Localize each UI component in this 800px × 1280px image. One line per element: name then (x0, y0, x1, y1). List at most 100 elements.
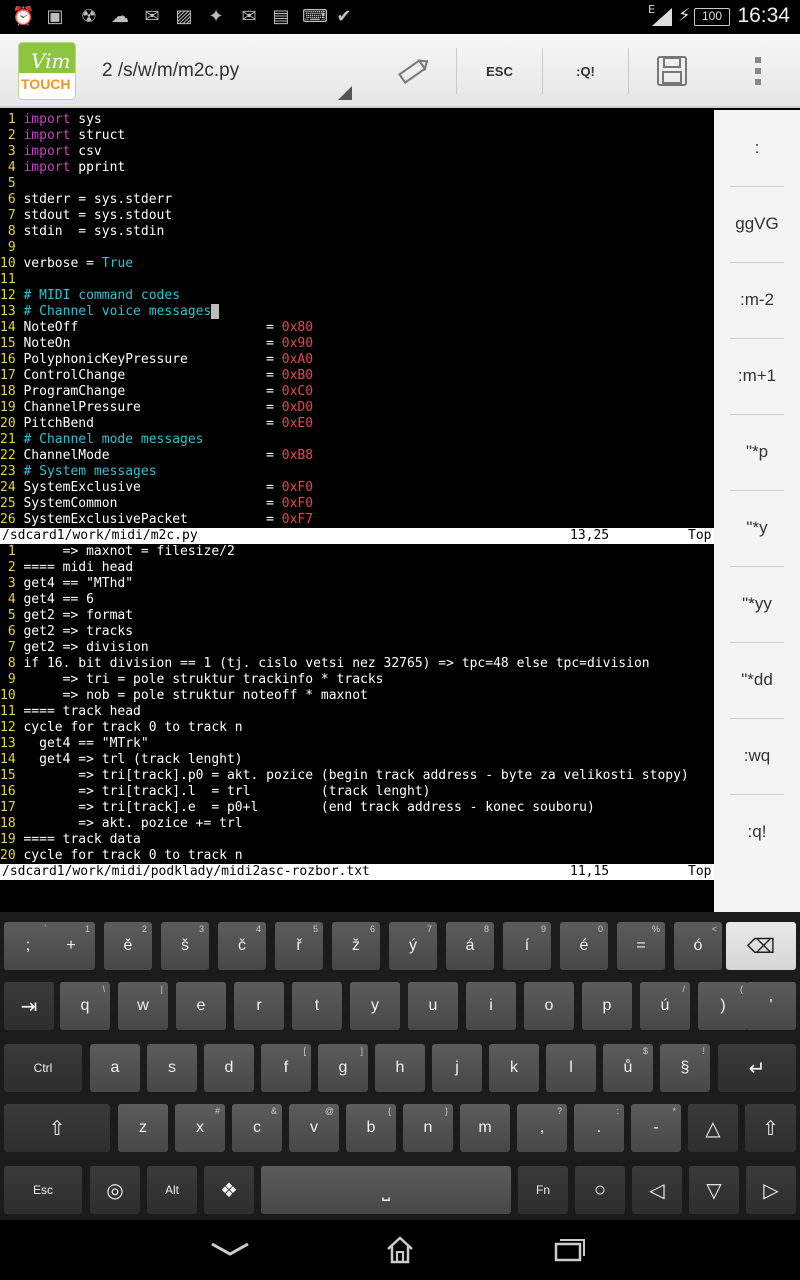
key-t[interactable]: t (292, 982, 342, 1030)
code-line[interactable]: 15 NoteOn = 0x90 (0, 336, 313, 352)
code-line[interactable]: 10 verbose = True (0, 256, 133, 272)
diamond-key[interactable]: ❖ (204, 1166, 254, 1214)
key-=[interactable]: =% (617, 922, 665, 970)
key-p[interactable]: p (582, 982, 632, 1030)
code-line[interactable]: 4 import pprint (0, 160, 125, 176)
key-č[interactable]: č4 (218, 922, 266, 970)
key-r[interactable]: r (234, 982, 284, 1030)
up-arrow-key[interactable]: △ (688, 1104, 738, 1152)
overflow-menu-button[interactable] (715, 34, 800, 108)
key-h[interactable]: h (375, 1044, 425, 1092)
code-line[interactable]: 13 # Channel voice messages (0, 304, 220, 320)
tab-key[interactable]: ⇥ (4, 982, 54, 1030)
key-y[interactable]: y (350, 982, 400, 1030)
key-b[interactable]: b{ (346, 1104, 396, 1152)
side-command-button[interactable]: :m+1 (714, 338, 800, 414)
key-ž[interactable]: ž6 (332, 922, 380, 970)
side-command-button[interactable]: :q! (714, 794, 800, 870)
code-line[interactable]: 16 => tri[track].l = trl (track lenght) (0, 784, 430, 800)
side-command-button[interactable]: :wq (714, 718, 800, 794)
key-l[interactable]: l (546, 1044, 596, 1092)
key-g[interactable]: g] (318, 1044, 368, 1092)
code-line[interactable]: 3 import csv (0, 144, 102, 160)
key-z[interactable]: z (118, 1104, 168, 1152)
key-s[interactable]: s (147, 1044, 197, 1092)
code-line[interactable]: 16 PolyphonicKeyPressure = 0xA0 (0, 352, 313, 368)
app-logo[interactable]: Vim TOUCH (18, 42, 76, 100)
code-line[interactable]: 11 (0, 272, 23, 288)
code-line[interactable]: 15 => tri[track].p0 = akt. pozice (begin… (0, 768, 689, 784)
key-f[interactable]: f[ (261, 1044, 311, 1092)
key-'[interactable]: ' (746, 982, 796, 1030)
code-line[interactable]: 19 ==== track data (0, 832, 141, 848)
key-ů[interactable]: ů $ (603, 1044, 653, 1092)
code-line[interactable]: 25 SystemCommon = 0xF0 (0, 496, 313, 512)
esc-button[interactable]: ESC (457, 34, 542, 108)
code-line[interactable]: 26 SystemExclusivePacket = 0xF7 (0, 512, 313, 528)
dropdown-arrow-icon[interactable] (338, 86, 352, 100)
key-ě[interactable]: ě2 (104, 922, 152, 970)
code-line[interactable]: 20 PitchBend = 0xE0 (0, 416, 313, 432)
key-q[interactable]: q \ (60, 982, 110, 1030)
code-line[interactable]: 14 get4 => trl (track lenght) (0, 752, 243, 768)
code-line[interactable]: 7 get2 => division (0, 640, 149, 656)
save-button[interactable] (629, 34, 715, 108)
code-line[interactable]: 8 stdin = sys.stdin (0, 224, 165, 240)
vim-editor[interactable]: 1 import sys 2 import struct 3 import cs… (0, 110, 714, 911)
key-v[interactable]: v @ (289, 1104, 339, 1152)
side-command-button[interactable]: "*y (714, 490, 800, 566)
down-arrow-key[interactable]: ▽ (689, 1166, 739, 1214)
key-Alt[interactable]: Alt (147, 1166, 197, 1214)
key-c[interactable]: c & (232, 1104, 282, 1152)
key-ř[interactable]: ř5 (275, 922, 323, 970)
enter-key[interactable]: ↵ (718, 1044, 796, 1092)
code-line[interactable]: 11 ==== track head (0, 704, 141, 720)
code-line[interactable]: 19 ChannelPressure = 0xD0 (0, 400, 313, 416)
key-;[interactable]: ; ` (4, 922, 52, 970)
force-quit-button[interactable]: :Q! (543, 34, 628, 108)
code-line[interactable]: 7 stdout = sys.stdout (0, 208, 172, 224)
code-line[interactable]: 8 if 16. bit division == 1 (tj. cislo ve… (0, 656, 650, 672)
file-title[interactable]: 2 /s/w/m/m2c.py (102, 60, 239, 82)
key-i[interactable]: i (466, 982, 516, 1030)
key-í[interactable]: í9 (503, 922, 551, 970)
key-§[interactable]: §! (660, 1044, 710, 1092)
code-line[interactable]: 2 ==== midi head (0, 560, 133, 576)
shift-key[interactable]: ⇧ (4, 1104, 110, 1152)
code-line[interactable]: 9 (0, 240, 23, 256)
key-e[interactable]: e (176, 982, 226, 1030)
key-o[interactable]: o (524, 982, 574, 1030)
key-+[interactable]: +1 (47, 922, 95, 970)
home-button[interactable] (370, 1234, 430, 1266)
backspace-key[interactable]: ⌫ (726, 922, 796, 970)
space-key[interactable]: ⎵ (261, 1166, 511, 1214)
key-é[interactable]: é0 (560, 922, 608, 970)
key-a[interactable]: a (90, 1044, 140, 1092)
key-m[interactable]: m (460, 1104, 510, 1152)
code-line[interactable]: 5 get2 => format (0, 608, 133, 624)
key-u[interactable]: u (408, 982, 458, 1030)
code-line[interactable]: 22 ChannelMode = 0xB8 (0, 448, 313, 464)
key-Fn[interactable]: Fn (518, 1166, 568, 1214)
code-line[interactable]: 6 stderr = sys.stderr (0, 192, 172, 208)
code-line[interactable]: 5 (0, 176, 23, 192)
code-line[interactable]: 12 # MIDI command codes (0, 288, 180, 304)
side-command-button[interactable]: :m-2 (714, 262, 800, 338)
key-š[interactable]: š3 (161, 922, 209, 970)
key-Ctrl[interactable]: Ctrl (4, 1044, 82, 1092)
code-line[interactable]: 18 ProgramChange = 0xC0 (0, 384, 313, 400)
side-command-button[interactable]: "*yy (714, 566, 800, 642)
key-ó[interactable]: ó < (674, 922, 722, 970)
back-button[interactable] (200, 1234, 260, 1266)
key-.[interactable]: .: (574, 1104, 624, 1152)
circle-key[interactable]: ○ (575, 1166, 625, 1214)
code-line[interactable]: 6 get2 => tracks (0, 624, 133, 640)
key-j[interactable]: j (432, 1044, 482, 1092)
key-n[interactable]: n} (403, 1104, 453, 1152)
code-line[interactable]: 21 # Channel mode messages (0, 432, 204, 448)
side-command-button[interactable]: ggVG (714, 186, 800, 262)
side-command-button[interactable]: "*p (714, 414, 800, 490)
code-line[interactable]: 9 => tri = pole struktur trackinfo * tra… (0, 672, 384, 688)
code-line[interactable]: 13 get4 == "MTrk" (0, 736, 149, 752)
key-k[interactable]: k (489, 1044, 539, 1092)
